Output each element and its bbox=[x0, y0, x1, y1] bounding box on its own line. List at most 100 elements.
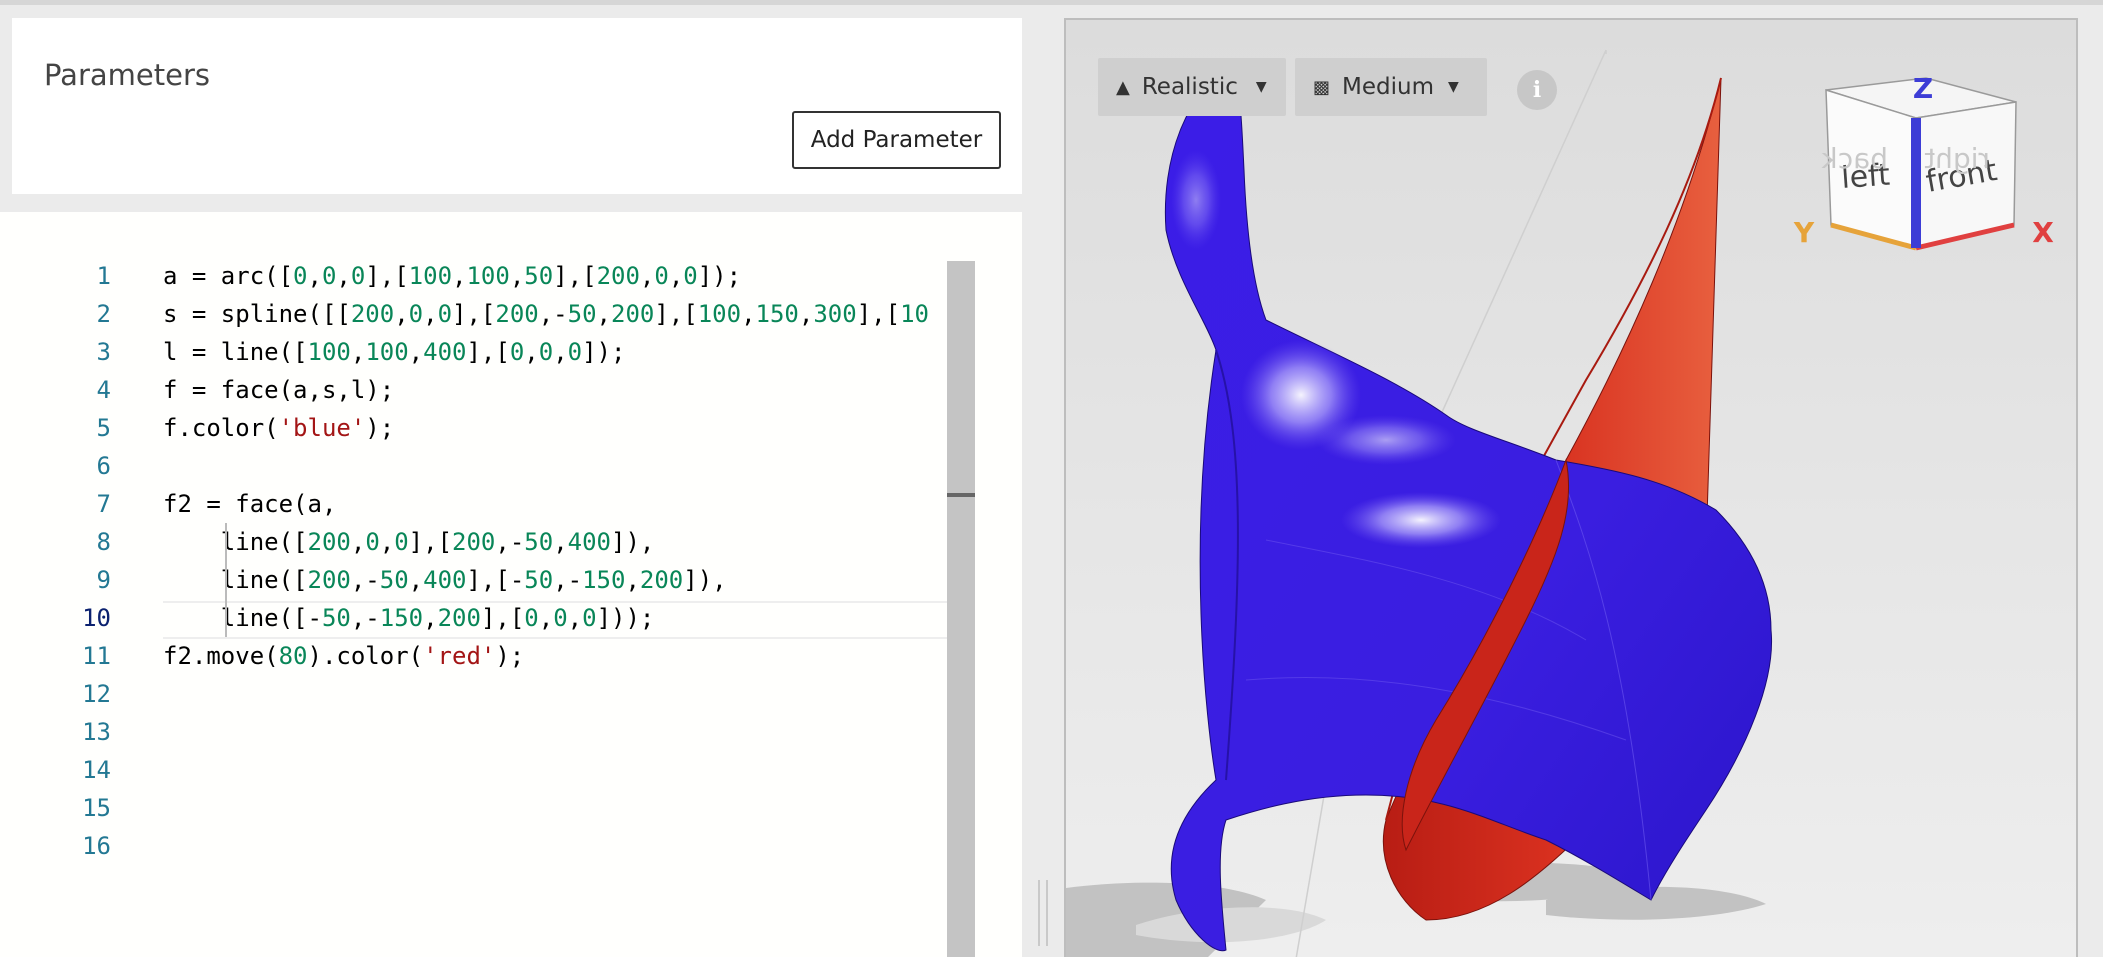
code-token: , bbox=[408, 338, 424, 366]
code-token: , bbox=[553, 528, 568, 556]
nav-cube-right-label: right bbox=[1924, 142, 1990, 175]
code-token: f2 = face(a, bbox=[163, 490, 337, 518]
number-token: 0 bbox=[408, 300, 424, 328]
code-line[interactable]: 14 bbox=[0, 751, 975, 789]
number-token: 0 bbox=[365, 528, 380, 556]
code-text: line([-50,-150,200],[0,0,0])); bbox=[163, 599, 655, 637]
code-token: ],[ bbox=[466, 338, 510, 366]
indent-guide bbox=[225, 523, 227, 637]
number-token: 400 bbox=[423, 566, 467, 594]
string-token: 'red' bbox=[423, 642, 496, 670]
code-token: ],[ bbox=[408, 528, 453, 556]
code-editor[interactable]: 1a = arc([0,0,0],[100,100,50],[200,0,0])… bbox=[0, 212, 1022, 957]
number-token: 100 bbox=[697, 300, 742, 328]
number-token: 10 bbox=[900, 300, 929, 328]
line-number: 5 bbox=[96, 414, 111, 442]
number-token: 400 bbox=[423, 338, 467, 366]
number-token: 200 bbox=[452, 528, 496, 556]
quality-label: Medium bbox=[1342, 74, 1434, 100]
string-token: 'blue' bbox=[278, 414, 366, 442]
code-token: , bbox=[509, 262, 525, 290]
code-line[interactable]: 9 line([200,-50,400],[-50,-150,200]), bbox=[0, 561, 975, 599]
code-line[interactable]: 13 bbox=[0, 713, 975, 751]
code-token: ]), bbox=[683, 566, 727, 594]
editor-vertical-scrollbar[interactable] bbox=[947, 261, 975, 957]
code-token: , bbox=[639, 262, 655, 290]
3d-scene[interactable]: left front back right Z Y X bbox=[1066, 20, 2076, 957]
number-token: 0 bbox=[582, 604, 597, 632]
number-token: 0 bbox=[350, 262, 366, 290]
code-token: line([- bbox=[163, 604, 322, 632]
number-token: 0 bbox=[321, 262, 337, 290]
window-top-edge bbox=[0, 0, 2103, 5]
code-token: ],[ bbox=[365, 262, 409, 290]
code-line[interactable]: 10 line([-50,-150,200],[0,0,0])); bbox=[0, 599, 975, 637]
code-line[interactable]: 12 bbox=[0, 675, 975, 713]
line-number: 14 bbox=[82, 756, 111, 784]
code-token: f2.move( bbox=[163, 642, 279, 670]
code-token: f = face(a,s,l); bbox=[163, 376, 395, 404]
code-token: ],[ bbox=[654, 300, 698, 328]
quality-dropdown[interactable]: ▩ Medium ▼ bbox=[1295, 58, 1487, 116]
code-token: ); bbox=[365, 414, 395, 442]
code-token: , bbox=[553, 338, 568, 366]
axis-z-label: Z bbox=[1913, 72, 1933, 105]
pane-splitter-handle[interactable] bbox=[1038, 880, 1048, 946]
code-line[interactable]: 11 f2.move(80).color('red'); bbox=[0, 637, 975, 675]
scrollbar-position-marker bbox=[947, 493, 975, 497]
code-token: ,- bbox=[495, 528, 525, 556]
number-token: 150 bbox=[755, 300, 799, 328]
line-number: 15 bbox=[82, 794, 111, 822]
code-token: ],[ bbox=[856, 300, 901, 328]
code-token: , bbox=[668, 262, 684, 290]
number-token: 0 bbox=[683, 262, 698, 290]
code-token: , bbox=[524, 338, 539, 366]
code-line[interactable]: 8 line([200,0,0],[200,-50,400]), bbox=[0, 523, 975, 561]
code-line[interactable]: 15 bbox=[0, 789, 975, 827]
number-token: 150 bbox=[582, 566, 626, 594]
line-number: 16 bbox=[82, 832, 111, 860]
code-token: ]); bbox=[697, 262, 742, 290]
code-line[interactable]: 6 bbox=[0, 447, 975, 485]
add-parameter-button[interactable]: Add Parameter bbox=[792, 111, 1001, 169]
info-icon[interactable]: i bbox=[1517, 70, 1557, 110]
line-number: 7 bbox=[96, 490, 111, 518]
code-token: ],[ bbox=[480, 604, 525, 632]
code-token: , bbox=[394, 300, 409, 328]
code-token: , bbox=[423, 604, 438, 632]
number-token: 50 bbox=[524, 528, 554, 556]
number-token: 200 bbox=[639, 566, 684, 594]
3d-viewer[interactable]: left front back right Z Y X ▲ Realistic … bbox=[1064, 18, 2078, 957]
code-line[interactable]: 5 f.color('blue'); bbox=[0, 409, 975, 447]
code-text: line([200,-50,400],[-50,-150,200]), bbox=[163, 561, 727, 599]
line-number: 2 bbox=[96, 300, 111, 328]
quality-icon: ▩ bbox=[1313, 76, 1331, 98]
code-line[interactable]: 2s = spline([[200,0,0],[200,-50,200],[10… bbox=[0, 295, 975, 333]
line-number: 1 bbox=[96, 262, 111, 290]
axis-x-label: X bbox=[2032, 216, 2054, 249]
line-number: 4 bbox=[96, 376, 111, 404]
number-token: 0 bbox=[437, 300, 453, 328]
code-line[interactable]: 4 f = face(a,s,l); bbox=[0, 371, 975, 409]
code-token: , bbox=[350, 528, 366, 556]
code-token: line([ bbox=[163, 528, 308, 556]
code-line[interactable]: 3l = line([100,100,400],[0,0,0]); bbox=[0, 333, 975, 371]
code-line[interactable]: 1a = arc([0,0,0],[100,100,50],[200,0,0])… bbox=[0, 257, 975, 295]
editor-right-margin bbox=[975, 212, 1022, 957]
code-line[interactable]: 7 f2 = face(a, bbox=[0, 485, 975, 523]
code-token: , bbox=[452, 262, 467, 290]
code-token: , bbox=[350, 338, 366, 366]
number-token: 100 bbox=[365, 338, 409, 366]
mountain-icon: ▲ bbox=[1116, 76, 1130, 98]
code-line[interactable]: 16 bbox=[0, 827, 975, 865]
line-number: 3 bbox=[96, 338, 111, 366]
number-token: 0 bbox=[567, 338, 583, 366]
code-token: l = line([ bbox=[163, 338, 308, 366]
number-token: 100 bbox=[307, 338, 351, 366]
code-token: , bbox=[741, 300, 756, 328]
code-token: , bbox=[567, 604, 583, 632]
number-token: 400 bbox=[567, 528, 612, 556]
code-token: , bbox=[379, 528, 395, 556]
code-token: ); bbox=[495, 642, 525, 670]
render-mode-dropdown[interactable]: ▲ Realistic ▼ bbox=[1098, 58, 1286, 116]
